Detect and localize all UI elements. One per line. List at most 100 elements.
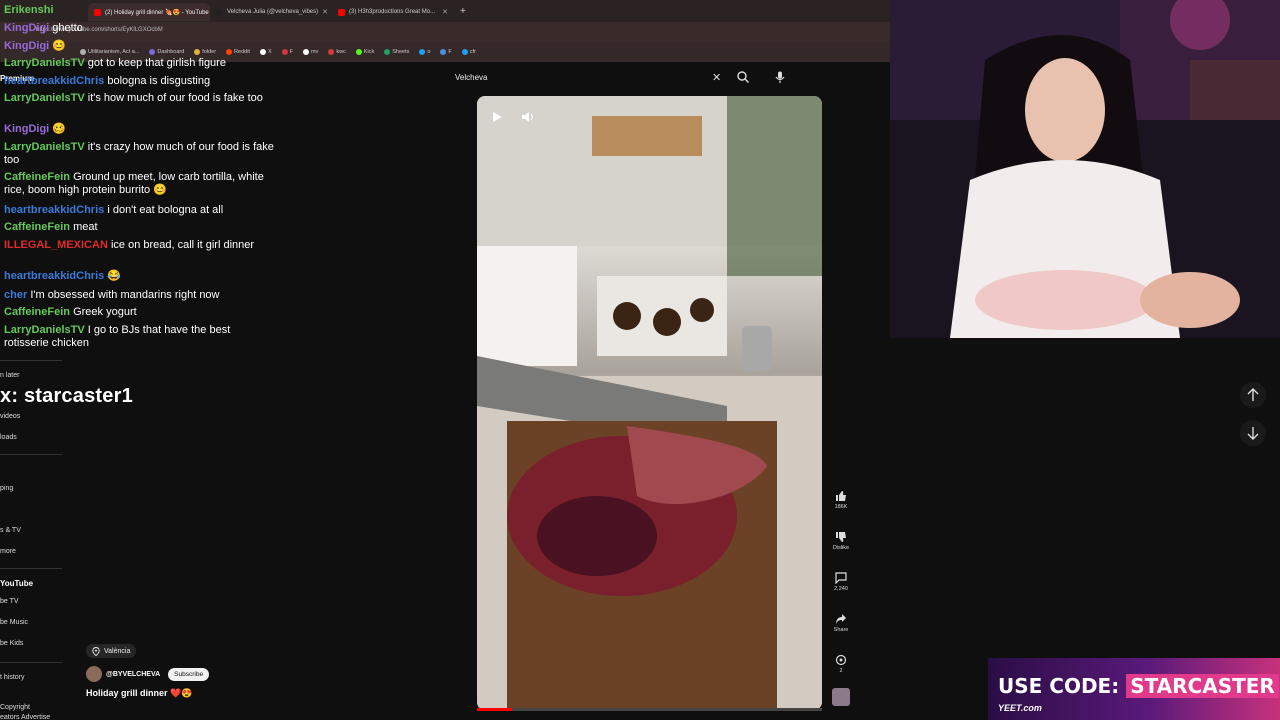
- promo-code: USE CODE: STARCASTER: [998, 674, 1279, 698]
- bookmark-label: o: [427, 49, 431, 55]
- microphone-icon[interactable]: [773, 70, 787, 89]
- chat-text: Greek yogurt: [73, 306, 137, 318]
- remix-button[interactable]: 2: [828, 654, 854, 674]
- channel-row: @BYVELCHEVA Subscribe: [86, 666, 210, 682]
- browser-window: (2) Holiday grill dinner 🍖😍 - YouTube✕Ve…: [0, 0, 890, 720]
- like-count: 186K: [834, 504, 848, 510]
- previous-short-button[interactable]: [1240, 382, 1266, 408]
- play-icon[interactable]: [491, 110, 503, 128]
- sidebar-item[interactable]: n later: [0, 372, 19, 379]
- sidebar-item[interactable]: be Kids: [0, 640, 23, 647]
- channel-avatar[interactable]: [86, 666, 102, 682]
- bookmark-label: Kick: [363, 49, 375, 55]
- sidebar-divider: [0, 568, 62, 569]
- chat-text: 🥴: [52, 123, 66, 135]
- search-input[interactable]: Velcheva: [455, 73, 487, 82]
- promo-banner: USE CODE: STARCASTER YEET.com: [988, 658, 1280, 720]
- search-bar[interactable]: Velcheva ✕: [448, 67, 788, 89]
- chat-message: CaffeineFein Ground up meet, low carb to…: [4, 171, 274, 197]
- audio-thumbnail[interactable]: [828, 688, 854, 706]
- chat-username: CaffeineFein: [4, 171, 71, 183]
- comment-icon: [835, 572, 847, 585]
- sidebar-divider: [0, 454, 62, 455]
- chat-message: KingDigi 😊: [4, 40, 274, 53]
- remix-count: 2: [839, 668, 843, 674]
- chat-username: LarryDanielsTV: [4, 141, 85, 153]
- tab-label: (3) H3h3productions Great Mo...: [349, 9, 436, 15]
- sidebar-item[interactable]: Copyright: [0, 704, 30, 711]
- bookmark-item[interactable]: F: [440, 49, 452, 55]
- chat-message: heartbreakkidChris i don't eat bologna a…: [4, 204, 274, 217]
- chat-text: ghetto: [52, 22, 83, 34]
- bookmark-favicon-icon: [328, 49, 335, 55]
- bookmark-item[interactable]: kwc: [328, 49, 346, 55]
- sidebar-item[interactable]: more: [0, 548, 16, 555]
- sidebar-item[interactable]: eators Advertise: [0, 714, 50, 720]
- sidebar-item[interactable]: t history: [0, 674, 25, 681]
- chat-username: CaffeineFein: [4, 306, 71, 318]
- video-progress-fill: [477, 708, 512, 711]
- arrow-up-icon: [1247, 388, 1259, 401]
- sidebar-item[interactable]: be TV: [0, 598, 19, 605]
- bookmark-favicon-icon: [355, 49, 362, 55]
- sidebar-item[interactable]: videos: [0, 413, 20, 420]
- webcam-overlay: [890, 0, 1280, 338]
- sidebar-divider: [0, 360, 62, 361]
- chat-text: 😂: [107, 270, 122, 282]
- search-icon[interactable]: [736, 70, 750, 89]
- bookmark-label: Sheets: [392, 49, 410, 55]
- audio-thumbnail-image: [832, 688, 850, 706]
- video-progress-bar[interactable]: [477, 708, 822, 711]
- chat-username: cher: [4, 289, 28, 301]
- sidebar-item[interactable]: s & TV: [0, 527, 21, 534]
- chat-username: LarryDanielsTV: [4, 324, 85, 336]
- sidebar-item[interactable]: loads: [0, 434, 17, 441]
- close-tab-icon[interactable]: ✕: [442, 8, 448, 16]
- volume-icon[interactable]: [521, 110, 535, 128]
- chat-message: ILLEGAL_MEXICAN ice on bread, call it gi…: [4, 239, 274, 252]
- dislike-label: Dislike: [832, 545, 850, 551]
- sidebar-item[interactable]: be Music: [0, 619, 28, 626]
- subscribe-button[interactable]: Subscribe: [168, 667, 210, 681]
- chat-message: cher I'm obsessed with mandarins right n…: [4, 289, 274, 302]
- chat-message: CaffeineFein Greek yogurt: [4, 306, 274, 319]
- close-tab-icon[interactable]: ✕: [322, 8, 328, 16]
- bookmark-favicon-icon: [419, 49, 426, 55]
- chat-username: Erikenshi: [4, 4, 54, 16]
- chat-username: CaffeineFein: [4, 221, 71, 233]
- bookmark-favicon-icon: [384, 49, 391, 55]
- location-chip[interactable]: València: [86, 644, 137, 658]
- bookmark-item[interactable]: cfr: [461, 49, 476, 55]
- browser-tab[interactable]: (3) H3h3productions Great Mo... ✕: [332, 3, 454, 21]
- bookmark-item[interactable]: F: [281, 49, 293, 55]
- chat-username: KingDigi: [4, 22, 50, 34]
- comments-button[interactable]: 2,240: [828, 572, 854, 592]
- bookmark-label: F: [289, 49, 293, 55]
- share-button[interactable]: Share: [828, 613, 854, 633]
- tab-favicon-icon: [338, 8, 345, 16]
- sidebar-item[interactable]: YouTube: [0, 579, 33, 588]
- bookmark-item[interactable]: o: [419, 49, 430, 55]
- chat-username: heartbreakkidChris: [4, 75, 105, 87]
- short-video-player[interactable]: [477, 96, 822, 710]
- video-frame: [477, 96, 822, 710]
- clear-search-icon[interactable]: ✕: [712, 71, 721, 84]
- chat-message: LarryDanielsTV I go to BJs that have the…: [4, 324, 274, 350]
- chat-message: KingDigi ghetto: [4, 22, 274, 35]
- sidebar-item[interactable]: ping: [0, 485, 13, 492]
- channel-name[interactable]: @BYVELCHEVA: [106, 671, 160, 678]
- location-label: València: [104, 647, 131, 655]
- promo-brand: YEET.com: [998, 703, 1042, 713]
- like-button[interactable]: 186K: [828, 490, 854, 510]
- webcam-image: [890, 0, 1280, 338]
- new-tab-icon[interactable]: +: [460, 6, 466, 17]
- chat-message: heartbreakkidChris 😂: [4, 270, 274, 283]
- share-label: Share: [833, 627, 849, 633]
- bookmark-item[interactable]: mv: [303, 49, 318, 55]
- next-short-button[interactable]: [1240, 420, 1266, 446]
- streamer-handle: x: starcaster1: [0, 385, 133, 407]
- dislike-button[interactable]: Dislike: [828, 531, 854, 551]
- bookmark-item[interactable]: Sheets: [384, 49, 409, 55]
- bookmark-favicon-icon: [461, 49, 468, 55]
- bookmark-item[interactable]: Kick: [355, 49, 375, 55]
